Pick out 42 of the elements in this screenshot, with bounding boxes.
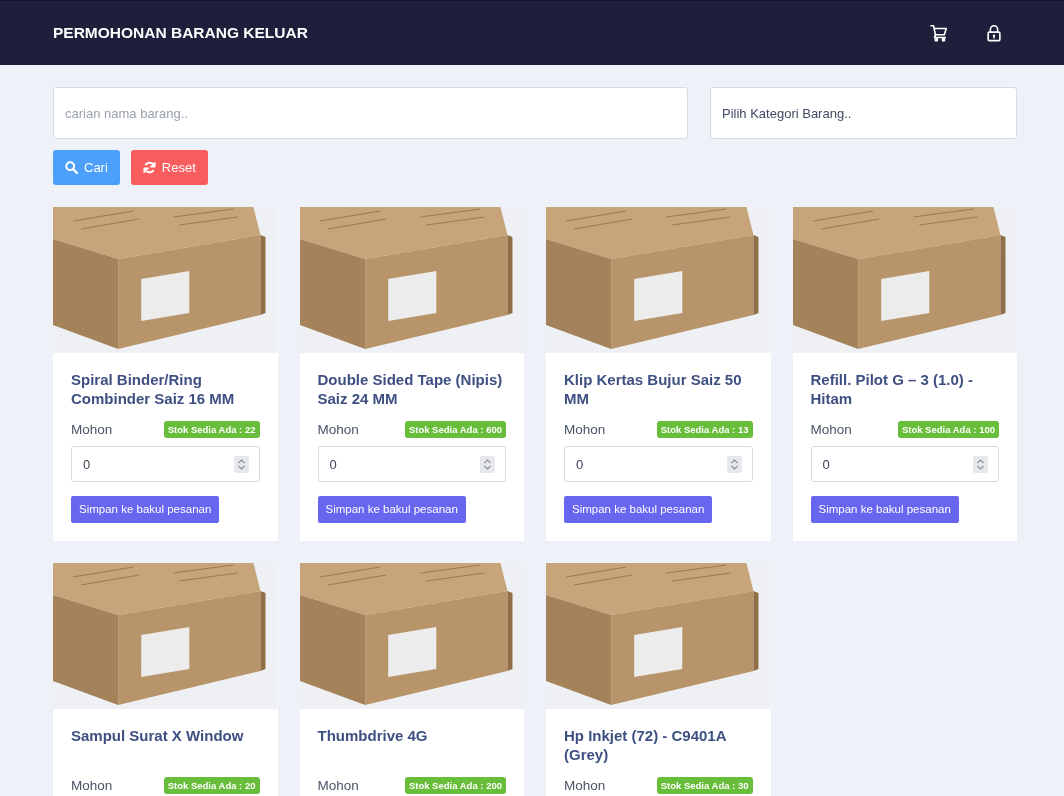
quantity-field[interactable]: 0 [564,446,753,482]
stock-badge: Stok Sedia Ada : 22 [163,421,260,438]
spinner-icon[interactable] [726,455,742,473]
quantity-field[interactable]: 0 [71,446,260,482]
category-select[interactable]: Pilih Kategori Barang.. [710,87,1017,139]
lock-icon[interactable] [985,24,1003,42]
request-label: Mohon [71,422,113,437]
cart-icon[interactable] [930,24,948,42]
product-name: Sampul Surat X Window [71,726,245,746]
product-name: Spiral Binder/Ring Combinder Saiz 16 MM [71,370,236,408]
spinner-icon[interactable] [973,455,988,473]
request-label: Mohon [564,422,606,437]
product-name: Klip Kertas Bujur Saiz 50 MM [564,370,743,408]
search-icon [65,161,78,174]
add-to-basket-button[interactable]: Simpan ke bakul pesanan [564,496,713,523]
stock-badge: Stok Sedia Ada : 200 [404,777,506,794]
search-field[interactable]: carian nama barang.. [53,87,688,139]
refresh-icon [142,161,156,174]
request-label: Mohon [564,778,606,793]
add-to-basket-button[interactable]: Simpan ke bakul pesanan [317,496,466,523]
search-button[interactable]: Cari [53,150,120,185]
stock-badge: Stok Sedia Ada : 30 [656,777,753,794]
stock-badge: Stok Sedia Ada : 100 [897,421,999,438]
product-name: Refill. Pilot G – 3 (1.0) - Hitam [810,370,975,408]
stock-badge: Stok Sedia Ada : 20 [163,777,260,794]
request-label: Mohon [317,422,359,437]
product-name: Hp Inkjet (72) - C9401A (Grey) [564,726,727,764]
request-label: Mohon [317,778,359,793]
product-name: Thumbdrive 4G [317,726,429,746]
quantity-field[interactable]: 0 [810,446,999,482]
spinner-icon[interactable] [233,455,249,473]
product-name: Double Sided Tape (Nipis) Saiz 24 MM [317,370,504,408]
stock-badge: Stok Sedia Ada : 600 [404,421,506,438]
stock-badge: Stok Sedia Ada : 13 [656,421,753,438]
request-label: Mohon [71,778,113,793]
reset-button[interactable]: Reset [130,150,208,185]
spinner-icon[interactable] [480,455,495,473]
quantity-field[interactable]: 0 [317,446,506,482]
request-label: Mohon [810,422,852,437]
add-to-basket-button[interactable]: Simpan ke bakul pesanan [810,496,959,523]
page-title: PERMOHONAN BARANG KELUAR [53,24,308,42]
add-to-basket-button[interactable]: Simpan ke bakul pesanan [71,496,220,523]
